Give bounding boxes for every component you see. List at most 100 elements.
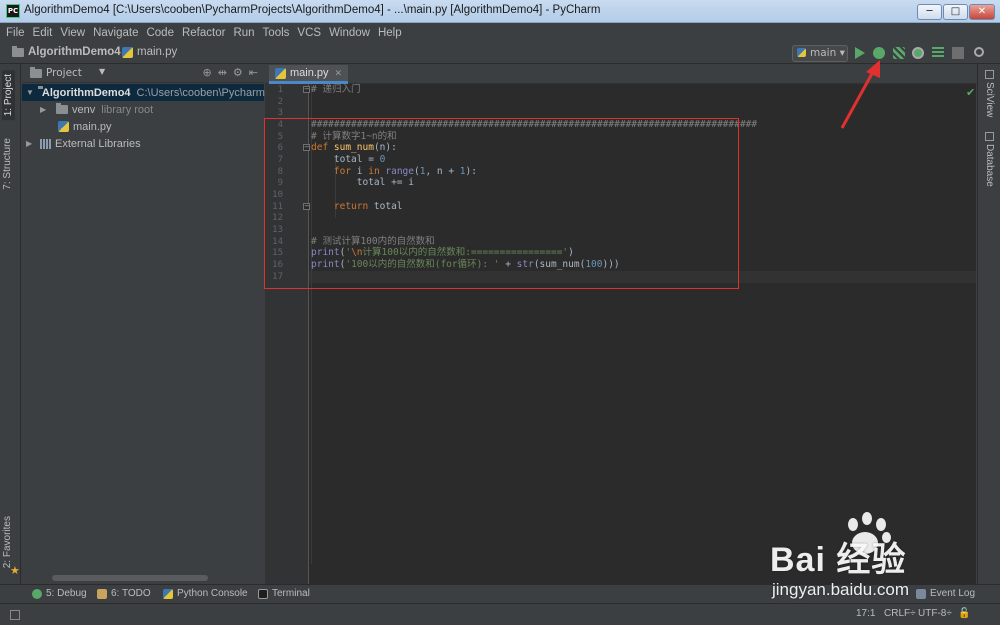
- bottom-tool-bar: 5: Debug 6: TODO Python Console Terminal…: [0, 584, 1000, 603]
- debug-icon[interactable]: [873, 47, 885, 59]
- window-title: AlgorithmDemo4 [C:\Users\cooben\PycharmP…: [24, 4, 601, 16]
- line-number: 17: [272, 272, 283, 282]
- debug-icon: [32, 588, 42, 599]
- code-line-15: print('\n计算100以内的自然数和:================'): [311, 247, 574, 258]
- database-label: Database: [984, 144, 995, 187]
- fold-marker-icon[interactable]: −: [303, 203, 310, 210]
- chevron-down-icon: ▾: [839, 47, 845, 59]
- line-number: 1: [277, 85, 283, 95]
- run-icon[interactable]: [855, 47, 865, 59]
- fold-marker-icon[interactable]: −: [303, 86, 310, 93]
- collapse-arrow-icon[interactable]: ▶: [26, 139, 36, 148]
- tab-structure[interactable]: 7: Structure: [2, 138, 13, 190]
- tab-main-py-label: main.py: [290, 67, 329, 79]
- search-everywhere-icon[interactable]: [974, 47, 984, 57]
- tab-event-log[interactable]: Event Log: [916, 588, 975, 599]
- tab-project[interactable]: 1: Project: [2, 70, 15, 121]
- menu-refactor[interactable]: Refactor: [182, 27, 225, 39]
- database-icon: [984, 132, 994, 141]
- menu-help[interactable]: Help: [378, 27, 402, 39]
- code-line-5: # 计算数字1~n的和: [311, 131, 397, 142]
- tab-favorites[interactable]: 2: Favorites: [2, 516, 13, 568]
- code-line-9: total += i: [311, 177, 414, 188]
- close-button[interactable]: ✕: [969, 4, 995, 20]
- library-icon: [40, 138, 51, 149]
- line-number: 4: [277, 120, 283, 130]
- tab-debug[interactable]: 5: Debug: [32, 588, 87, 599]
- tab-terminal[interactable]: Terminal: [258, 588, 310, 599]
- menu-navigate[interactable]: Navigate: [93, 27, 138, 39]
- main-py-label: main.py: [73, 120, 112, 133]
- tab-sciview[interactable]: SciView: [984, 70, 995, 117]
- file-encoding[interactable]: UTF-8÷: [918, 608, 952, 619]
- horizontal-scrollbar[interactable]: [52, 575, 208, 581]
- tab-python-console[interactable]: Python Console: [163, 588, 248, 599]
- menu-vcs[interactable]: VCS: [297, 27, 321, 39]
- folder-icon: [12, 45, 24, 57]
- menu-edit[interactable]: Edit: [33, 27, 53, 39]
- python-console-icon: [163, 588, 173, 599]
- menu-window[interactable]: Window: [329, 27, 370, 39]
- menu-view[interactable]: View: [60, 27, 85, 39]
- tree-item-external-libraries[interactable]: ▶ External Libraries: [26, 135, 141, 152]
- line-number: 16: [272, 260, 283, 270]
- line-number: 12: [272, 213, 283, 223]
- line-number: 14: [272, 237, 283, 247]
- concurrency-icon[interactable]: [932, 47, 944, 59]
- menu-code[interactable]: Code: [146, 27, 174, 39]
- hide-panel-icon[interactable]: ⇤: [249, 66, 258, 79]
- code-editor[interactable]: 1 2 3 4 5 6 7 8 9 10 11 12 13 14 15 16 1…: [265, 84, 977, 584]
- lock-icon[interactable]: 🔓: [958, 608, 970, 619]
- event-log-icon: [916, 588, 926, 599]
- caret-position[interactable]: 17:1: [856, 608, 875, 619]
- chevron-down-icon[interactable]: ▼: [99, 67, 105, 76]
- tree-item-project-root[interactable]: ▼ AlgorithmDemo4 C:\Users\cooben\Pycharm…: [22, 84, 305, 101]
- tab-main-py[interactable]: main.py ✕: [269, 65, 349, 84]
- minimize-button[interactable]: ─: [917, 4, 942, 20]
- tab-database[interactable]: Database: [984, 132, 995, 187]
- tree-item-main-py[interactable]: main.py: [58, 118, 112, 135]
- breadcrumb-file[interactable]: main.py: [122, 46, 177, 58]
- line-separator[interactable]: CRLF÷: [884, 608, 916, 619]
- left-tool-stripe: 1: Project 7: Structure 2: Favorites: [0, 64, 21, 584]
- tab-todo-label: 6: TODO: [111, 588, 151, 599]
- venv-label: venv: [72, 103, 96, 116]
- inspection-ok-icon[interactable]: ✔: [966, 86, 975, 99]
- line-number: 7: [277, 155, 283, 165]
- breadcrumb-project[interactable]: AlgorithmDemo4: [12, 45, 121, 58]
- menu-run[interactable]: Run: [233, 27, 254, 39]
- project-view-icon: [30, 67, 42, 78]
- todo-icon: [97, 588, 107, 599]
- menu-file[interactable]: File: [6, 27, 25, 39]
- menu-bar: File Edit View Navigate Code Refactor Ru…: [0, 23, 1000, 42]
- external-libraries-label: External Libraries: [55, 137, 141, 150]
- tab-todo[interactable]: 6: TODO: [97, 588, 151, 599]
- code-line-14: # 测试计算100内的自然数和: [311, 236, 435, 247]
- menu-tools[interactable]: Tools: [263, 27, 290, 39]
- navigation-bar: AlgorithmDemo4 main.py main ▾: [0, 42, 1000, 64]
- tree-item-venv[interactable]: ▶ venv library root: [40, 101, 153, 118]
- collapse-arrow-icon[interactable]: ▶: [40, 105, 50, 114]
- code-line-7: total = 0: [311, 154, 386, 165]
- maximize-button[interactable]: □: [943, 4, 968, 20]
- run-configuration-dropdown[interactable]: main ▾: [792, 45, 848, 62]
- star-icon: ★: [10, 564, 20, 577]
- close-tab-icon[interactable]: ✕: [335, 68, 343, 79]
- project-view-label[interactable]: Project: [46, 67, 82, 79]
- python-file-icon: [58, 121, 69, 132]
- stop-icon[interactable]: [952, 47, 964, 59]
- tool-windows-icon[interactable]: [10, 610, 20, 620]
- tab-terminal-label: Terminal: [272, 588, 310, 599]
- coverage-icon[interactable]: [893, 47, 905, 59]
- collapse-all-icon[interactable]: ⇹: [218, 66, 227, 79]
- fold-marker-icon[interactable]: −: [303, 144, 310, 151]
- line-number: 2: [277, 97, 283, 107]
- expand-arrow-icon[interactable]: ▼: [26, 88, 34, 97]
- line-number: 3: [277, 108, 283, 118]
- sciview-label: SciView: [984, 82, 995, 118]
- breadcrumb-file-label: main.py: [137, 46, 178, 58]
- gear-icon[interactable]: ⚙: [233, 66, 243, 79]
- scroll-from-source-icon[interactable]: ⊕: [202, 66, 211, 79]
- profile-icon[interactable]: [912, 47, 924, 59]
- folder-icon: [56, 103, 68, 114]
